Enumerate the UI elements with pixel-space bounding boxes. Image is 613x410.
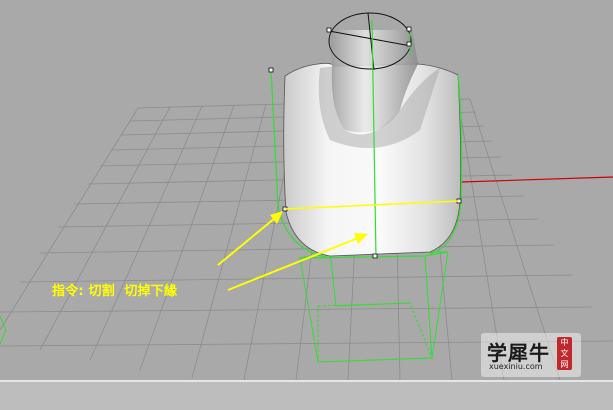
watermark-badge: 中文网 [557,337,572,370]
x-axis-line [460,176,613,183]
watermark-badge-text: 中文网 [560,338,569,369]
watermark-url: xuexiniu.com [489,362,543,371]
lower-wireframe-box [299,251,449,363]
bottom-toolbar [0,380,613,410]
perspective-viewport[interactable] [0,0,613,380]
command-caption: 指令: 切割 切掉下緣 [52,284,178,299]
axis-marker [0,315,7,345]
watermark: 学犀牛 xuexiniu.com 中文网 [481,333,581,377]
